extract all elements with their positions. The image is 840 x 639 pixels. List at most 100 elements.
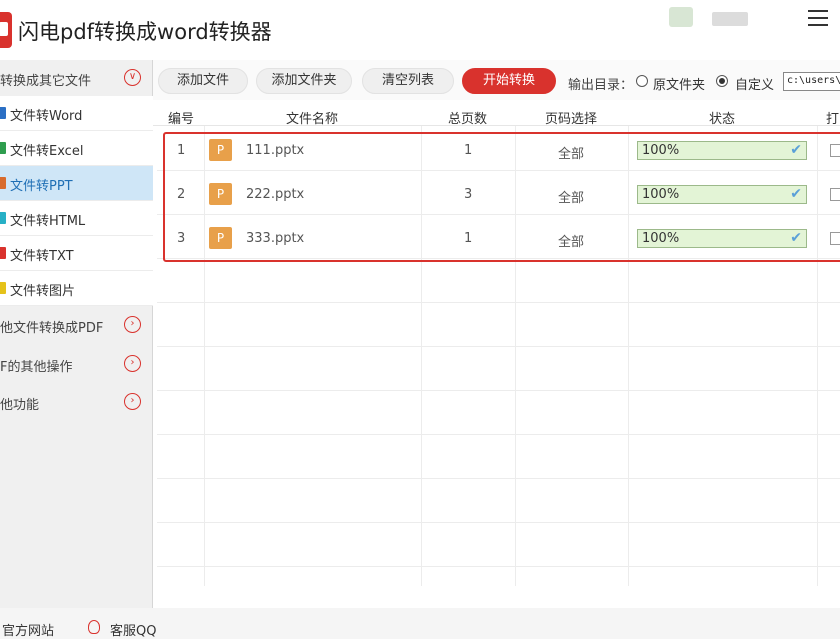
row-number: 3 [177,231,186,246]
col-header-status: 状态 [709,112,736,127]
sidebar-section-pdf-ops[interactable]: F的其他操作 › [0,346,153,382]
checkmark-icon: ✔ [790,142,802,158]
file-name: 333.pptx [246,231,305,246]
footer: 官方网站 客服QQ [0,608,840,639]
col-header-num: 编号 [168,112,195,127]
sidebar-item-txt[interactable]: 文件转TXT [0,236,153,271]
title-bar: 闪电pdf转换成word转换器 [0,0,840,60]
status-progress: 100% ✔ [637,229,807,248]
grid-divider [817,126,818,586]
row-number: 2 [177,187,186,202]
page-count: 1 [464,231,473,246]
chevron-right-icon[interactable]: › [124,316,141,333]
ppt-file-icon: P [209,227,232,249]
app-logo-icon [0,12,12,48]
page-range[interactable]: 全部 [558,231,584,250]
status-text: 100% [642,143,680,158]
grid-divider [204,126,205,586]
sidebar-item-ppt[interactable]: 文件转PPT [0,166,153,201]
open-checkbox[interactable] [830,144,840,157]
radio-source-folder-label[interactable]: 原文件夹 [653,74,705,93]
sidebar-item-label: 文件转Word [10,109,83,124]
page-range[interactable]: 全部 [558,187,584,206]
sidebar-section-to-pdf[interactable]: 他文件转换成PDF › [0,307,153,343]
grid-divider [157,390,840,391]
open-checkbox[interactable] [830,232,840,245]
word-icon [0,107,6,119]
menu-icon[interactable] [808,10,828,26]
ppt-icon [0,177,6,189]
toolbar: 添加文件 添加文件夹 清空列表 开始转换 输出目录： 原文件夹 自定义 c:\u… [153,60,840,100]
sidebar-section-other[interactable]: 他功能 › [0,384,153,420]
sidebar-item-word[interactable]: 文件转Word [0,96,153,131]
blurred-avatar [669,7,693,27]
radio-source-folder[interactable] [636,75,648,87]
section-label: 他文件转换成PDF [0,321,104,336]
sidebar-item-excel[interactable]: 文件转Excel [0,131,153,166]
col-header-name: 文件名称 [286,112,339,127]
ppt-file-icon: P [209,139,232,161]
sidebar-item-label: 文件转PPT [10,179,73,194]
section-label: F的其他操作 [0,360,73,375]
ppt-file-icon: P [209,183,232,205]
sidebar-item-label: 文件转HTML [10,214,86,229]
sidebar-section-convert-other[interactable]: 转换成其它文件 ∨ [0,60,153,96]
grid-divider [157,302,840,303]
radio-custom-label[interactable]: 自定义 [735,74,774,93]
grid-divider [157,522,840,523]
checkmark-icon: ✔ [790,230,802,246]
grid-divider [157,258,840,259]
html-icon [0,212,6,224]
page-count: 3 [464,187,473,202]
status-text: 100% [642,187,680,202]
sidebar-item-html[interactable]: 文件转HTML [0,201,153,236]
col-header-pages: 总页数 [448,112,488,127]
qq-icon [88,620,100,634]
excel-icon [0,142,6,154]
clear-list-button[interactable]: 清空列表 [362,68,454,94]
status-text: 100% [642,231,680,246]
grid-divider [157,346,840,347]
grid-divider [157,214,840,215]
row-number: 1 [177,143,186,158]
grid-divider [628,126,629,586]
add-file-button[interactable]: 添加文件 [158,68,248,94]
grid-divider [157,170,840,171]
section-label: 他功能 [0,398,40,413]
col-header-range: 页码选择 [545,112,598,127]
status-progress: 100% ✔ [637,141,807,160]
grid-divider [157,478,840,479]
checkmark-icon: ✔ [790,186,802,202]
image-icon [0,282,6,294]
table-header: 编号 文件名称 总页数 页码选择 状态 打 [153,102,840,127]
app-title: 闪电pdf转换成word转换器 [18,20,272,44]
output-path-input[interactable]: c:\users\A [783,72,840,91]
grid-divider [157,434,840,435]
page-range[interactable]: 全部 [558,143,584,162]
chevron-right-icon[interactable]: › [124,355,141,372]
chevron-down-icon[interactable]: ∨ [124,69,141,86]
file-table: 编号 文件名称 总页数 页码选择 状态 打 1 P 111.pptx 1 全部 [153,102,840,586]
section-label: 转换成其它文件 [0,74,92,89]
start-convert-button[interactable]: 开始转换 [462,68,556,94]
sidebar: 转换成其它文件 ∨ 文件转Word 文件转Excel 文件转PPT 文件转HTM… [0,60,153,608]
file-name: 111.pptx [246,143,305,158]
sidebar-item-label: 文件转图片 [10,284,76,299]
blurred-username [712,12,748,26]
main-panel: 添加文件 添加文件夹 清空列表 开始转换 输出目录： 原文件夹 自定义 c:\u… [153,60,840,608]
grid-divider [421,126,422,586]
page-count: 1 [464,143,473,158]
grid-divider [157,566,840,567]
output-dir-label: 输出目录： [568,78,634,93]
add-folder-button[interactable]: 添加文件夹 [256,68,352,94]
sidebar-item-label: 文件转TXT [10,249,74,264]
grid-divider [515,126,516,586]
sidebar-item-label: 文件转Excel [10,144,84,159]
txt-icon [0,247,6,259]
open-checkbox[interactable] [830,188,840,201]
col-header-open: 打 [826,112,840,127]
chevron-right-icon[interactable]: › [124,393,141,410]
sidebar-item-image[interactable]: 文件转图片 [0,271,153,306]
radio-custom[interactable] [716,75,728,87]
file-name: 222.pptx [246,187,305,202]
